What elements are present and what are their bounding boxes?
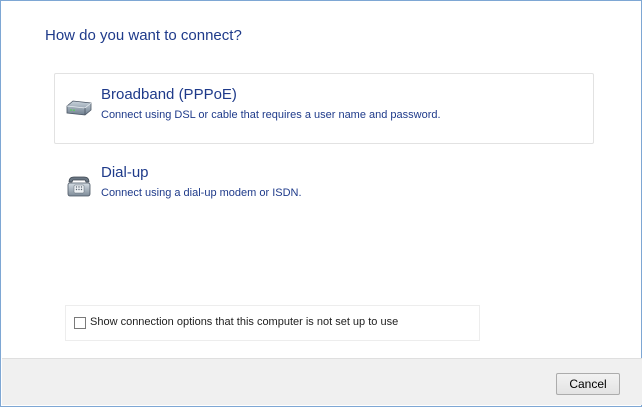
option-dial-up[interactable]: Dial-up Connect using a dial-up modem or…: [54, 151, 594, 222]
page-title: How do you want to connect?: [45, 27, 242, 44]
show-options-label[interactable]: Show connection options that this comput…: [90, 316, 398, 328]
modem-icon: [66, 100, 92, 116]
option-title: Broadband (PPPoE): [101, 86, 237, 103]
telephone-icon: [67, 176, 91, 197]
cancel-button[interactable]: Cancel: [556, 373, 620, 395]
show-options-checkbox[interactable]: [74, 317, 86, 329]
option-description: Connect using DSL or cable that requires…: [101, 109, 441, 121]
wizard-window: How do you want to connect? Broadband (P…: [0, 0, 642, 407]
option-broadband[interactable]: Broadband (PPPoE) Connect using DSL or c…: [54, 73, 594, 144]
option-description: Connect using a dial-up modem or ISDN.: [101, 187, 302, 199]
option-title: Dial-up: [101, 164, 149, 181]
footer-bar: [2, 358, 642, 405]
show-options-group: Show connection options that this comput…: [65, 305, 480, 341]
